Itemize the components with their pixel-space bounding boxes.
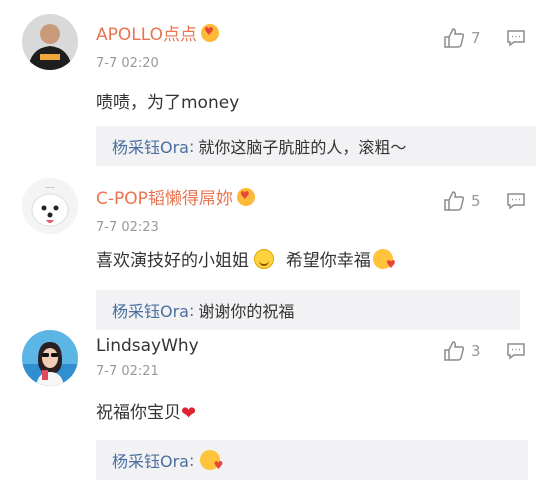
like-count: 5 xyxy=(471,192,481,210)
reply-author[interactable]: 杨采钰Ora xyxy=(112,298,189,322)
timestamp: 7-7 02:21 xyxy=(96,364,159,379)
reply-text: 谢谢你的祝福 xyxy=(198,302,295,321)
member-badge-icon xyxy=(200,24,219,42)
like-button[interactable]: 3 xyxy=(443,340,481,362)
smile-emoji-icon xyxy=(254,249,275,269)
username-text[interactable]: APOLLO点点 xyxy=(96,25,197,45)
username-text[interactable]: LindsayWhy xyxy=(96,336,199,356)
reply-separator: : xyxy=(188,300,195,320)
reply-comment-icon[interactable] xyxy=(506,28,526,48)
thumbs-up-icon xyxy=(444,28,465,48)
member-badge-icon xyxy=(236,188,255,206)
reply-box[interactable]: 杨采钰Ora: 谢谢你的祝福 xyxy=(96,290,520,330)
comment-text-part: 喜欢演技好的小姐姐 xyxy=(96,251,249,271)
like-count: 7 xyxy=(471,29,481,47)
red-heart-emoji-icon: ❤ xyxy=(181,403,197,424)
username-text[interactable]: C-POP韬懒得屌妳 xyxy=(96,189,233,209)
reply-author[interactable]: 杨采钰Ora xyxy=(112,448,189,472)
blow-kiss-emoji-icon xyxy=(200,450,223,472)
blow-kiss-emoji-icon xyxy=(372,249,396,271)
comment-text-part: 祝福你宝贝 xyxy=(96,403,181,423)
timestamp: 7-7 02:20 xyxy=(96,56,159,71)
comment-text-part: 希望你幸福 xyxy=(285,251,371,271)
thumbs-up-icon xyxy=(444,341,465,361)
comment-text: 喜欢演技好的小姐姐 希望你幸福 xyxy=(96,246,396,271)
reply-author[interactable]: 杨采钰Ora xyxy=(112,134,189,158)
reply-comment-icon[interactable] xyxy=(506,191,526,211)
username[interactable]: LindsayWhy xyxy=(96,336,199,356)
comment-text: 啧啧，为了money xyxy=(96,93,240,113)
avatar[interactable]: ····· xyxy=(22,178,78,234)
username[interactable]: C-POP韬懒得屌妳 xyxy=(96,184,255,209)
avatar[interactable] xyxy=(22,330,78,386)
thumbs-up-icon xyxy=(444,191,465,211)
username[interactable]: APOLLO点点 xyxy=(96,20,219,45)
comment-text: 祝福你宝贝❤ xyxy=(96,398,196,424)
avatar[interactable] xyxy=(22,14,78,70)
timestamp: 7-7 02:23 xyxy=(96,220,159,235)
like-button[interactable]: 5 xyxy=(443,190,481,212)
reply-text: 就你这脑子肮脏的人，滚粗～ xyxy=(198,138,407,157)
reply-comment-icon[interactable] xyxy=(506,341,526,361)
reply-box[interactable]: 杨采钰Ora: xyxy=(96,440,528,480)
like-button[interactable]: 7 xyxy=(443,27,481,49)
avatar-girl-photo-icon xyxy=(22,330,78,386)
like-count: 3 xyxy=(471,342,481,360)
reply-box[interactable]: 杨采钰Ora: 就你这脑子肮脏的人，滚粗～ xyxy=(96,126,536,166)
avatar-white-dog-icon: ····· xyxy=(22,178,78,234)
reply-separator: : xyxy=(188,450,195,470)
svg-text:·····: ····· xyxy=(45,185,55,192)
avatar-black-shirt-icon xyxy=(22,14,78,70)
reply-separator: : xyxy=(188,136,195,156)
